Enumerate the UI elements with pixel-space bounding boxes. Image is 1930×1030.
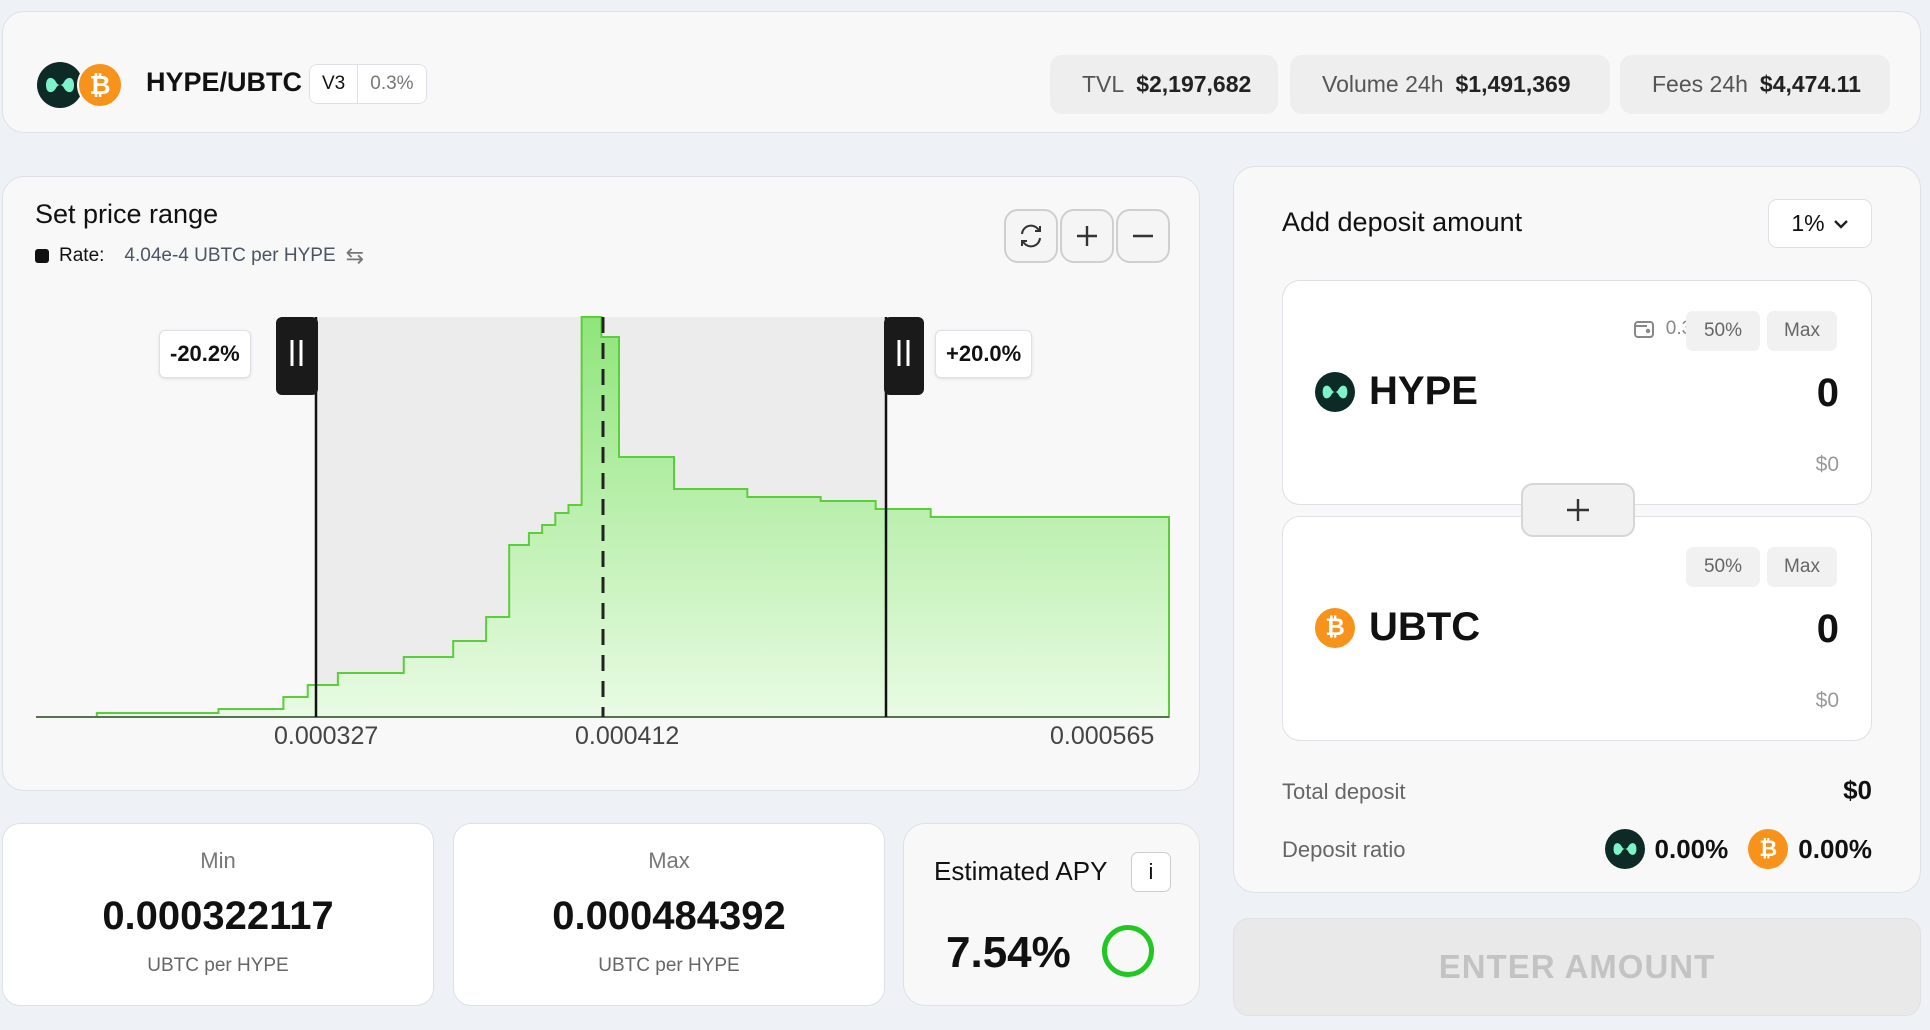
- apy-ring-icon: [1102, 925, 1154, 977]
- min-price-card[interactable]: Min 0.000322117 UBTC per HYPE: [2, 823, 434, 1006]
- fees-value: $4,474.11: [1759, 71, 1861, 97]
- upper-bound-handle[interactable]: [884, 317, 924, 395]
- slippage-value: 1%: [1791, 210, 1825, 236]
- max-unit: UBTC per HYPE: [598, 955, 740, 976]
- total-deposit-label: Total deposit: [1282, 779, 1406, 804]
- liquidity-chart[interactable]: [3, 177, 1201, 792]
- fees-label: Fees 24h: [1652, 71, 1748, 97]
- chevron-down-icon: [1833, 219, 1848, 229]
- total-deposit-row: Total deposit $0: [1282, 775, 1872, 805]
- volume-stat: Volume 24h $1,491,369: [1290, 55, 1610, 114]
- apy-info-button[interactable]: i: [1131, 852, 1171, 892]
- pool-badges: V3 0.3%: [309, 64, 427, 104]
- volume-label: Volume 24h: [1322, 71, 1444, 97]
- hype-half-button[interactable]: 50%: [1686, 311, 1760, 351]
- deposit-card: Add deposit amount 1% 0.381255 50% Max H…: [1233, 166, 1921, 893]
- tvl-label: TVL: [1082, 71, 1125, 97]
- lower-percent-tag: -20.2%: [159, 330, 251, 378]
- x-tick-label: 0.000327: [274, 722, 379, 750]
- pair-name: HYPE/UBTC: [146, 67, 303, 97]
- hype-amount-input[interactable]: 0: [1817, 371, 1839, 416]
- pair-icons: ₿: [37, 62, 127, 108]
- plus-icon: [1567, 499, 1589, 521]
- ubtc-input-box[interactable]: 0 50% Max ₿ UBTC 0 $0: [1282, 516, 1872, 741]
- wallet-icon: [1633, 321, 1654, 338]
- btc-token-icon: ₿: [1748, 829, 1789, 869]
- min-unit: UBTC per HYPE: [147, 955, 289, 976]
- deposit-ratio-row: Deposit ratio 0.00% ₿ 0.00%: [1282, 829, 1872, 869]
- btc-token-icon: ₿: [77, 62, 123, 108]
- slippage-select[interactable]: 1%: [1768, 199, 1872, 248]
- ubtc-ratio: 0.00%: [1798, 833, 1872, 864]
- estimated-apy-card: Estimated APY i 7.54%: [903, 823, 1200, 1006]
- hype-input-box[interactable]: 0.381255 50% Max HYPE 0 $0: [1282, 280, 1872, 505]
- ubtc-half-button[interactable]: 50%: [1686, 547, 1760, 587]
- ubtc-symbol: UBTC: [1369, 605, 1481, 649]
- upper-percent-tag: +20.0%: [935, 330, 1033, 378]
- pool-header: ₿ HYPE/UBTC V3 0.3% TVL $2,197,682 Volum…: [2, 11, 1921, 133]
- btc-token-icon: ₿: [1315, 607, 1355, 648]
- hype-token-icon: [1604, 829, 1645, 869]
- ubtc-token: ₿ UBTC: [1315, 605, 1480, 650]
- hype-max-button[interactable]: Max: [1767, 311, 1837, 351]
- x-tick-label: 0.000412: [575, 722, 680, 750]
- price-range-card: Set price range Rate: 4.04e-4 UBTC per H…: [2, 176, 1200, 791]
- max-price-card[interactable]: Max 0.000484392 UBTC per HYPE: [453, 823, 885, 1006]
- apy-label: Estimated APY: [934, 856, 1108, 886]
- x-tick-label: 0.000565: [1050, 722, 1155, 750]
- deposit-ratio-values: 0.00% ₿ 0.00%: [1604, 829, 1872, 869]
- fees-stat: Fees 24h $4,474.11: [1620, 55, 1890, 114]
- tvl-stat: TVL $2,197,682: [1050, 55, 1278, 114]
- total-deposit-value: $0: [1843, 775, 1872, 805]
- version-badge: V3: [322, 73, 346, 94]
- min-value[interactable]: 0.000322117: [3, 894, 433, 939]
- deposit-ratio-label: Deposit ratio: [1282, 837, 1406, 862]
- hype-symbol: HYPE: [1369, 369, 1478, 413]
- ubtc-usd-value: $0: [1815, 689, 1839, 712]
- enter-amount-button[interactable]: ENTER AMOUNT: [1233, 918, 1921, 1016]
- deposit-title: Add deposit amount: [1282, 207, 1523, 237]
- fee-tier-badge: 0.3%: [357, 65, 425, 103]
- lower-bound-handle[interactable]: [276, 317, 318, 395]
- max-value[interactable]: 0.000484392: [454, 894, 884, 939]
- ubtc-amount-input[interactable]: 0: [1817, 607, 1839, 652]
- apy-value: 7.54%: [946, 928, 1071, 977]
- hype-token-icon: [1315, 371, 1355, 412]
- ubtc-max-button[interactable]: Max: [1767, 547, 1837, 587]
- tvl-value: $2,197,682: [1136, 71, 1252, 97]
- max-label: Max: [648, 848, 690, 873]
- volume-value: $1,491,369: [1455, 71, 1571, 97]
- hype-token: HYPE: [1315, 369, 1478, 414]
- hype-ratio: 0.00%: [1654, 833, 1729, 864]
- hype-usd-value: $0: [1815, 453, 1839, 476]
- min-label: Min: [200, 848, 236, 873]
- add-separator-button[interactable]: [1521, 483, 1635, 537]
